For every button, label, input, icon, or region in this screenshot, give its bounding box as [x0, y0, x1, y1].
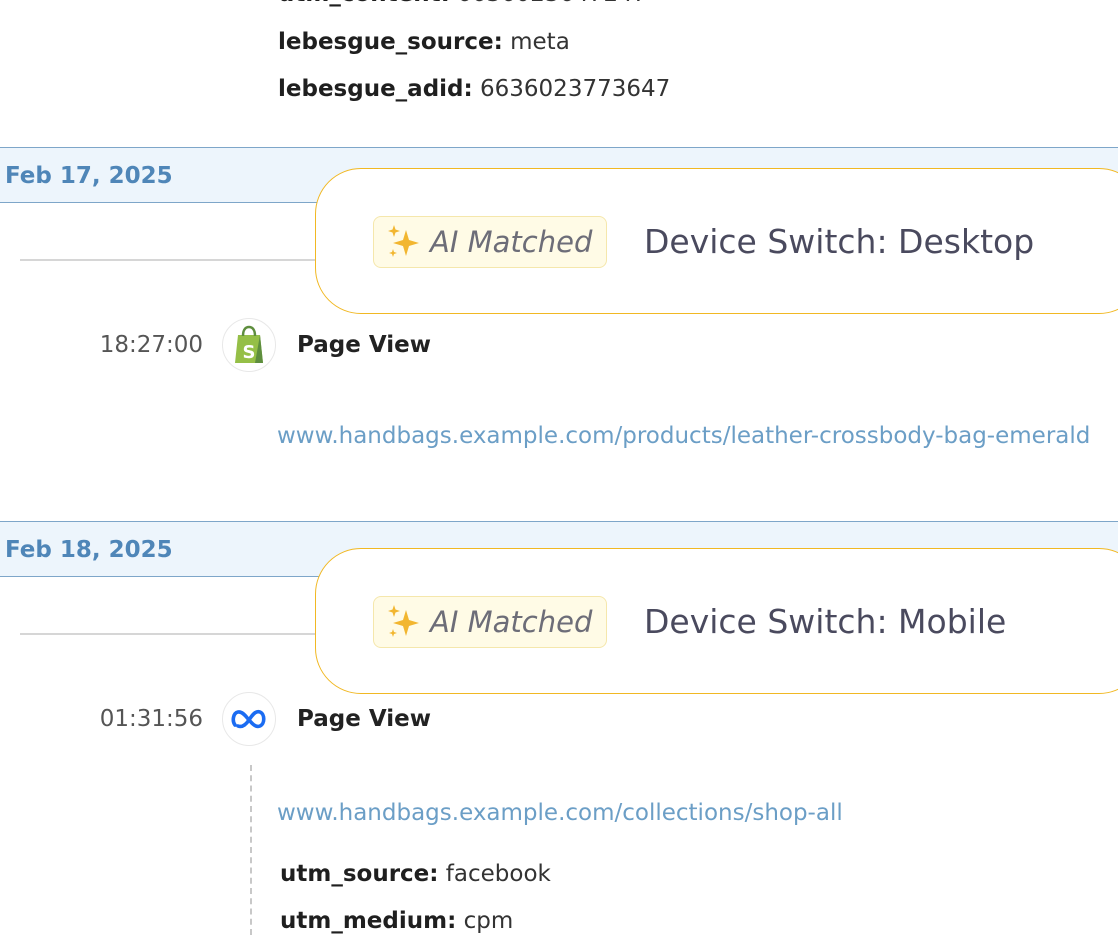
date-label: Feb 17, 2025 — [5, 163, 173, 189]
param-value: cpm — [463, 908, 514, 934]
param-key: utm_medium: — [280, 908, 457, 934]
ai-matched-label: AI Matched — [430, 605, 593, 639]
date-label: Feb 18, 2025 — [5, 537, 173, 563]
device-switch-card[interactable]: AI Matched Device Switch: Desktop — [315, 168, 1118, 314]
sparkle-icon — [388, 605, 419, 637]
device-switch-title: Device Switch: Desktop — [644, 222, 1035, 261]
param-value: facebook — [445, 861, 551, 887]
param-value: 6636023647247 — [457, 0, 647, 7]
ai-matched-badge: AI Matched — [373, 216, 608, 268]
param-key: lebesgue_source: — [278, 29, 503, 55]
param-row: lebesgue_adid: 6636023773647 — [278, 76, 670, 102]
page-url-link[interactable]: www.handbags.example.com/collections/sho… — [277, 800, 843, 826]
meta-logo-icon — [222, 692, 276, 746]
param-key: utm_content: — [278, 0, 450, 7]
param-row: utm_medium: cpm — [280, 908, 513, 934]
timeline-connector — [250, 765, 252, 935]
param-value: meta — [510, 29, 570, 55]
event-title: Page View — [297, 706, 431, 732]
param-value: 6636023773647 — [480, 76, 671, 102]
param-row: utm_source: facebook — [280, 861, 551, 887]
param-row: lebesgue_source: meta — [278, 29, 570, 55]
event-time: 18:27:00 — [99, 332, 203, 358]
param-key: utm_source: — [280, 861, 439, 887]
event-title: Page View — [297, 332, 431, 358]
shopify-bag-icon: S — [222, 318, 276, 372]
ai-matched-label: AI Matched — [430, 225, 593, 259]
timeline-divider — [20, 259, 320, 261]
event-time: 01:31:56 — [99, 706, 203, 732]
device-switch-card[interactable]: AI Matched Device Switch: Mobile — [315, 548, 1118, 694]
page-url-link[interactable]: www.handbags.example.com/products/leathe… — [277, 423, 1090, 449]
param-row: utm_content: 6636023647247 — [278, 0, 647, 7]
device-switch-title: Device Switch: Mobile — [644, 602, 1007, 641]
svg-text:S: S — [243, 342, 256, 363]
timeline-divider — [20, 633, 320, 635]
param-key: lebesgue_adid: — [278, 76, 473, 102]
ai-matched-badge: AI Matched — [373, 596, 608, 648]
sparkle-icon — [388, 225, 419, 257]
